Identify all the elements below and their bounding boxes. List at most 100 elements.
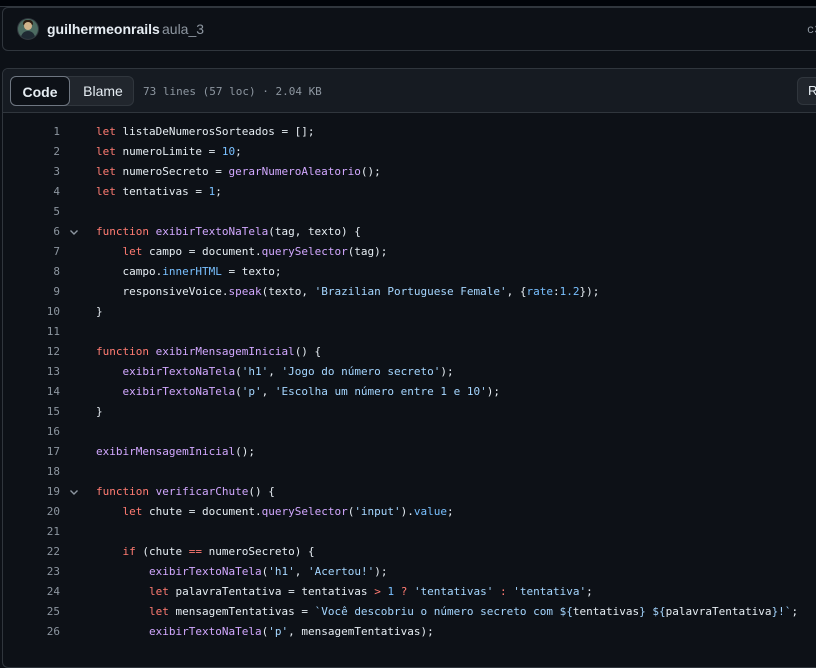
line-number[interactable]: 5 xyxy=(3,202,60,222)
line-number[interactable]: 14 xyxy=(3,382,60,402)
line-number[interactable]: 17 xyxy=(3,442,60,462)
code-token: 'tentativas' xyxy=(413,585,494,598)
code-text: } xyxy=(96,302,103,322)
code-token: 'input' xyxy=(354,505,401,518)
code-token: if xyxy=(122,545,136,558)
chevron-down-icon[interactable] xyxy=(67,482,81,502)
code-token: numeroSecreto) { xyxy=(201,545,315,558)
code-token: let xyxy=(149,585,169,598)
author-avatar[interactable] xyxy=(18,19,38,39)
line-number[interactable]: 26 xyxy=(3,622,60,642)
code-token: exibirTextoNaTela xyxy=(122,365,236,378)
code-text: function exibirTextoNaTela(tag, texto) { xyxy=(96,222,361,242)
code-token: ; xyxy=(791,605,799,618)
commit-author-link[interactable]: guilhermeonrails xyxy=(47,21,160,37)
line-number[interactable]: 21 xyxy=(3,522,60,542)
code-token: ); xyxy=(486,385,501,398)
code-token: listaDeNumerosSorteados = []; xyxy=(115,125,315,138)
file-stats: 73 lines (57 loc) · 2.04 KB xyxy=(143,85,322,98)
code-token: 'p' xyxy=(268,625,289,638)
file-header: Code Blame 73 lines (57 loc) · 2.04 KB R… xyxy=(3,69,816,113)
line-number[interactable]: 11 xyxy=(3,322,60,342)
code-token: ( xyxy=(235,385,242,398)
code-line: 4 let tentativas = 1; xyxy=(3,182,816,202)
code-token: function xyxy=(96,345,149,358)
code-line: 16 xyxy=(3,422,816,442)
code-line: 9 responsiveVoice.speak(texto, 'Brazilian… xyxy=(3,282,816,302)
line-number[interactable]: 6 xyxy=(3,222,60,242)
line-number[interactable]: 23 xyxy=(3,562,60,582)
code-text: let listaDeNumerosSorteados = []; xyxy=(96,122,315,142)
code-text: exibirTextoNaTela('p', 'Escolha um númer… xyxy=(123,382,501,402)
code-line: 18 xyxy=(3,462,816,482)
code-token: ; xyxy=(586,585,593,598)
code-token: (); xyxy=(235,445,255,458)
code-line: 6 function exibirTextoNaTela(tag, texto) … xyxy=(3,222,816,242)
code-line: 8 campo.innerHTML = texto; xyxy=(3,262,816,282)
code-token: let xyxy=(122,245,143,258)
code-line: 10} xyxy=(3,302,816,322)
line-number[interactable]: 13 xyxy=(3,362,60,382)
line-number[interactable]: 2 xyxy=(3,142,60,162)
code-token: (texto, xyxy=(261,285,315,298)
code-token: == xyxy=(188,545,202,558)
line-number[interactable]: 4 xyxy=(3,182,60,202)
code-token: let xyxy=(149,605,169,618)
code-line: 1 let listaDeNumerosSorteados = []; xyxy=(3,122,816,142)
line-number[interactable]: 12 xyxy=(3,342,60,362)
line-number[interactable]: 7 xyxy=(3,242,60,262)
line-number[interactable]: 8 xyxy=(3,262,60,282)
code-token: = texto; xyxy=(221,265,282,278)
code-line: 20 let chute = document.querySelector('in… xyxy=(3,502,816,522)
line-number[interactable]: 15 xyxy=(3,402,60,422)
code-token: tentativas = xyxy=(115,185,209,198)
line-number[interactable]: 24 xyxy=(3,582,60,602)
code-token: campo. xyxy=(122,265,163,278)
code-token: , mensagemTentativas); xyxy=(288,625,434,638)
code-line: 3 let numeroSecreto = gerarNumeroAleatori… xyxy=(3,162,816,182)
line-number[interactable]: 22 xyxy=(3,542,60,562)
line-number[interactable]: 16 xyxy=(3,422,60,442)
code-token: exibirMensagemInicial xyxy=(155,345,295,358)
code-token: 'Acertou!' xyxy=(307,565,375,578)
code-token: } xyxy=(96,405,103,418)
code-token: ). xyxy=(400,505,414,518)
code-token: } xyxy=(96,305,103,318)
code-token: let xyxy=(96,165,116,178)
tab-code[interactable]: Code xyxy=(10,76,70,106)
line-number[interactable]: 18 xyxy=(3,462,60,482)
code-token: 'tentativa' xyxy=(513,585,587,598)
code-token: exibirTextoNaTela xyxy=(122,385,236,398)
commit-hash-link[interactable]: c3 xyxy=(807,23,816,37)
code-token: let xyxy=(96,125,116,138)
code-token: exibirTextoNaTela xyxy=(149,625,262,638)
code-text: responsiveVoice.speak(texto, 'Brazilian … xyxy=(123,282,600,302)
code-token: (tag); xyxy=(347,245,388,258)
line-number[interactable]: 20 xyxy=(3,502,60,522)
line-number[interactable]: 19 xyxy=(3,482,60,502)
code-token: } ${ xyxy=(639,605,666,618)
code-token: rate xyxy=(526,285,554,298)
tab-blame[interactable]: Blame xyxy=(72,76,134,106)
latest-commit-bar: guilhermeonrails aula_3 c3 xyxy=(2,7,816,51)
code-token: let xyxy=(96,145,116,158)
raw-button[interactable]: Ra xyxy=(797,77,816,105)
code-token: tentativas xyxy=(572,605,640,618)
code-token: () { xyxy=(248,485,275,498)
chevron-down-icon[interactable] xyxy=(67,222,81,242)
code-token: exibirTextoNaTela xyxy=(149,565,262,578)
line-number[interactable]: 10 xyxy=(3,302,60,322)
line-number[interactable]: 25 xyxy=(3,602,60,622)
line-number[interactable]: 9 xyxy=(3,282,60,302)
code-token: 'Brazilian Portuguese Female' xyxy=(314,285,507,298)
code-token: (chute xyxy=(135,545,189,558)
code-token: > xyxy=(374,585,381,598)
line-number[interactable]: 3 xyxy=(3,162,60,182)
code-line: 23 exibirTextoNaTela('h1', 'Acertou!'); xyxy=(3,562,816,582)
code-token: ; xyxy=(447,505,454,518)
commit-message-link[interactable]: aula_3 xyxy=(162,21,204,37)
code-text: function exibirMensagemInicial() { xyxy=(96,342,321,362)
line-number[interactable]: 1 xyxy=(3,122,60,142)
